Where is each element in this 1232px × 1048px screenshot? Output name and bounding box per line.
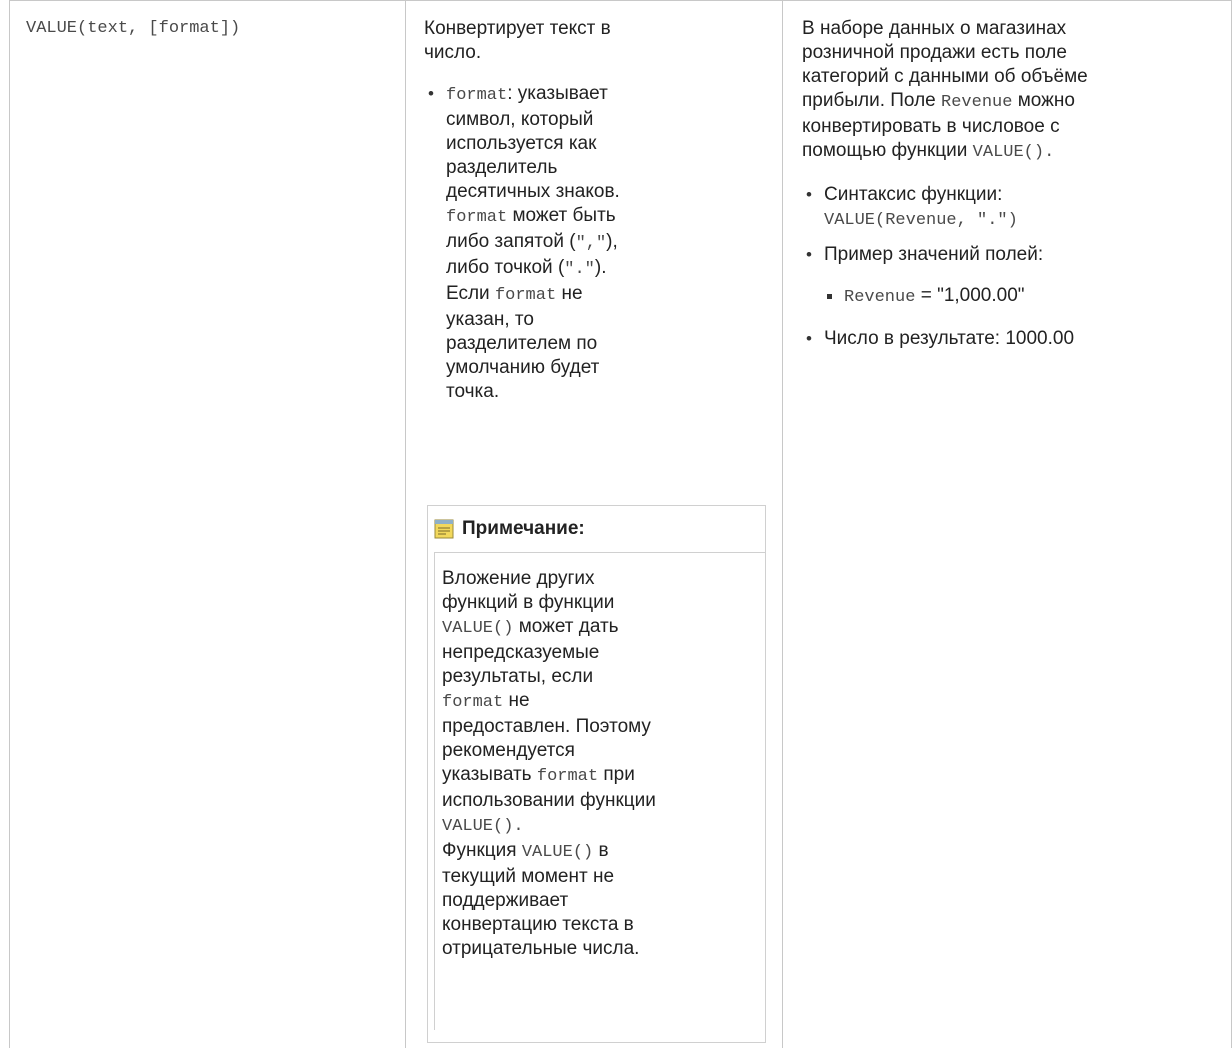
text-line: прибыли. Поле Revenue можно (802, 89, 1232, 115)
text-fragment: = "1,000.00" (915, 285, 1025, 306)
text-line: предоставлен. Поэтому (442, 716, 651, 737)
text-fragment: не (556, 283, 583, 304)
syntax-cell: VALUE(text, [format]) (10, 0, 405, 41)
text-line: format может быть (446, 204, 782, 230)
text-fragment: указывать (442, 764, 537, 785)
text-fragment: может дать (513, 616, 619, 637)
text-fragment: либо точкой ( (446, 257, 565, 278)
text-line: разделитель (446, 157, 558, 178)
text-line: VALUE(Revenue, ".") (824, 207, 1232, 233)
text-line: Вложение других (442, 568, 595, 589)
text-line: отрицательные числа. (442, 938, 640, 959)
text-fragment: при (598, 764, 635, 785)
code-fragment: format (442, 693, 504, 712)
text-line: конвертировать в числовое с (802, 116, 1060, 137)
text-line: Синтаксис функции: (824, 184, 1003, 205)
text-fragment: может быть (507, 205, 616, 226)
code-fragment: format (494, 286, 557, 305)
text-fragment: либо запятой ( (446, 231, 576, 252)
example-list: Синтаксис функции: VALUE(Revenue, ".") П… (802, 183, 1232, 351)
text-line: Число в результате: 1000.00 (824, 328, 1075, 349)
text-line: розничной продажи есть поле (802, 42, 1067, 63)
code-fragment: Revenue (844, 288, 916, 307)
text-fragment: не (503, 690, 530, 711)
text-line: непредсказуемые (442, 642, 600, 663)
code-fragment: VALUE(). (442, 817, 524, 836)
function-syntax: VALUE(text, [format]) (26, 19, 241, 38)
text-line: функций в функции (442, 592, 615, 613)
text-line: используется как (446, 133, 597, 154)
text-line: format: указывает (446, 82, 782, 108)
text-line: десятичных знаков. (446, 181, 620, 202)
text-line: поддерживает (442, 890, 569, 911)
text-line: указывать format при (442, 763, 765, 789)
text-line: конвертацию текста в (442, 914, 634, 935)
note-box: Примечание: Вложение других функций в фу… (427, 505, 766, 1043)
text-fragment: помощью функции (802, 140, 973, 161)
text-fragment: : указывает (507, 83, 608, 104)
text-line: точка. (446, 381, 500, 402)
text-fragment: Если (446, 283, 495, 304)
text-line: Конвертирует текст в (424, 18, 611, 39)
text-line: либо точкой ("."). (446, 256, 782, 282)
text-fragment: в (593, 840, 609, 861)
column-divider (9, 0, 10, 1048)
code-fragment: "," (575, 234, 607, 253)
text-line: рекомендуется (442, 740, 575, 761)
text-line: умолчанию будет (446, 357, 600, 378)
text-fragment: ). (594, 257, 607, 278)
code-fragment: VALUE(). (972, 143, 1055, 162)
text-fragment: прибыли. Поле (802, 90, 942, 111)
parameter-list: format: указывает символ, который исполь… (424, 82, 782, 404)
note-body: Вложение других функций в функции VALUE(… (434, 552, 765, 1030)
code-fragment: "." (564, 260, 595, 279)
text-line: format не (442, 689, 765, 715)
text-fragment: можно (1012, 90, 1075, 111)
example-item: Число в результате: 1000.00 (802, 327, 1232, 351)
text-line: символ, который (446, 109, 594, 130)
code-fragment: VALUE() (521, 843, 594, 862)
text-line: результаты, если (442, 666, 594, 687)
text-line: текущий момент не (442, 866, 615, 887)
note-title: Примечание: (462, 518, 585, 539)
text-line: использовании функции (442, 790, 656, 811)
text-line: либо запятой (","), (446, 230, 782, 256)
example-item: Пример значений полей: Revenue = "1,000.… (802, 243, 1232, 310)
code-fragment: Revenue (941, 93, 1013, 112)
text-fragment: ), (606, 231, 618, 252)
example-subitem: Revenue = "1,000.00" (823, 284, 1232, 310)
code-fragment: VALUE(Revenue, ".") (824, 211, 1018, 230)
text-line: помощью функции VALUE(). (802, 139, 1232, 165)
note-header: Примечание: (428, 506, 765, 552)
param-name: format (446, 86, 508, 105)
text-line: число. (424, 42, 482, 63)
code-fragment: format (536, 767, 599, 786)
example-item: Синтаксис функции: VALUE(Revenue, ".") (802, 183, 1232, 233)
text-line: Если format не (446, 282, 782, 308)
parameter-item: format: указывает символ, который исполь… (424, 82, 782, 404)
note-icon (434, 519, 454, 539)
text-line: Пример значений полей: (824, 244, 1044, 265)
example-sublist: Revenue = "1,000.00" (823, 284, 1232, 310)
text-line: разделителем по (446, 333, 598, 354)
description-intro: Конвертирует текст в число. (424, 17, 782, 65)
text-fragment: Функция (442, 840, 522, 861)
text-line: категорий с данными об объёме (802, 66, 1088, 87)
text-line: VALUE() может дать (442, 615, 765, 641)
code-fragment: format (446, 208, 508, 227)
text-line: VALUE(). (442, 813, 765, 839)
example-cell: В наборе данных о магазинах розничной пр… (783, 0, 1232, 351)
text-line: Функция VALUE() в (442, 839, 765, 865)
text-line: В наборе данных о магазинах (802, 18, 1067, 39)
description-cell: Конвертирует текст в число. format: указ… (406, 0, 782, 404)
example-paragraph: В наборе данных о магазинах розничной пр… (802, 17, 1232, 165)
code-fragment: VALUE() (442, 619, 514, 638)
text-line: указан, то (446, 309, 534, 330)
